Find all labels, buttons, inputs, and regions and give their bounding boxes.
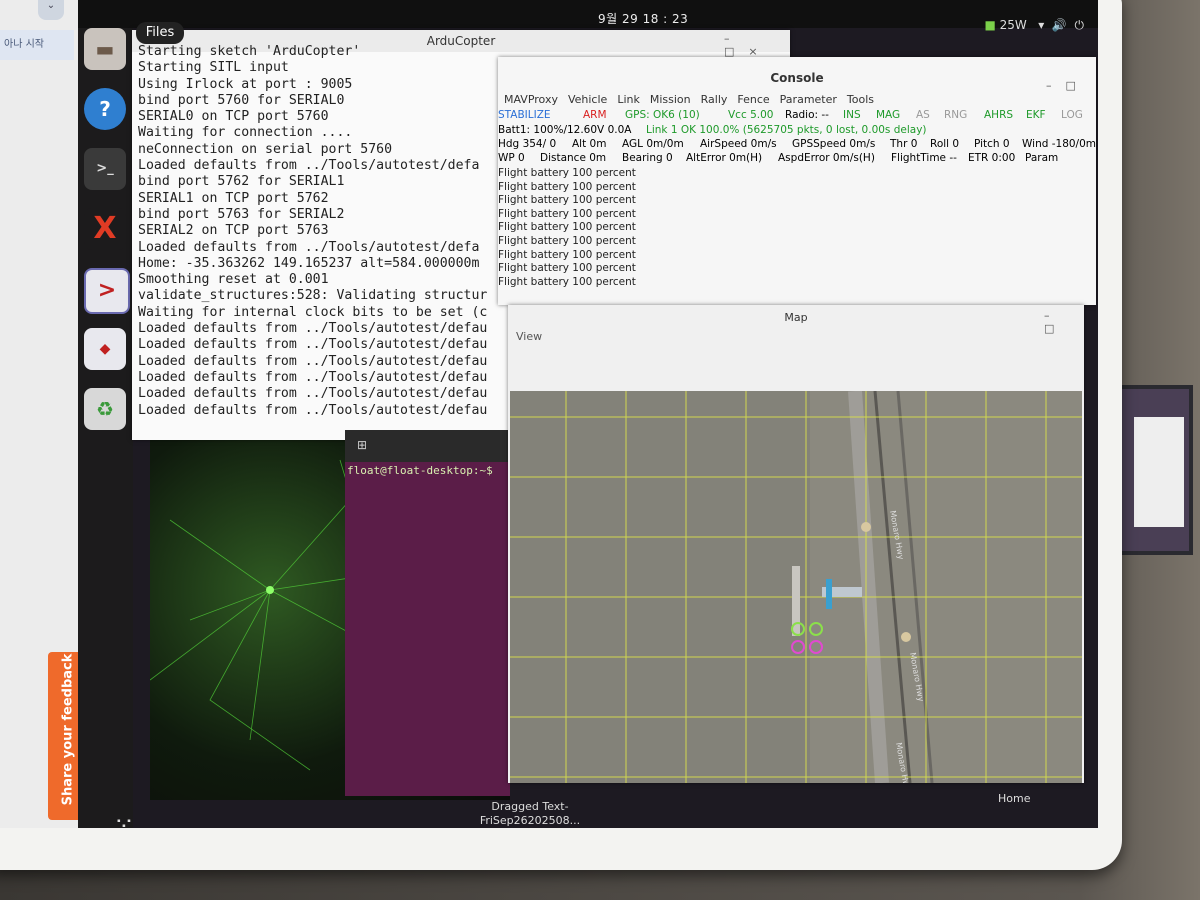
log-line: Flight battery 100 percent — [498, 167, 636, 179]
mavproxy-console-window: Console –□ MAVProxy Vehicle Link Mission Ral… — [498, 57, 1096, 305]
chevron-down-icon[interactable]: ⌄ — [38, 0, 64, 20]
mav-console-icon[interactable]: > — [84, 268, 130, 314]
satellite-map[interactable]: Monaro Hwy Monaro Hwy Monaro Hw — [510, 391, 1082, 783]
pitch: Pitch 0 — [974, 138, 1010, 150]
console-menu-link[interactable]: Link — [617, 93, 640, 106]
vcc-status: Vcc 5.00 — [728, 109, 774, 121]
agl: AGL 0m/0m — [622, 138, 684, 150]
top-bar: 9월 29 18 : 23 ■ 25W ▾ 🔊 ⏻ — [78, 0, 1098, 32]
dragged-text-file[interactable]: Dragged Text- FriSep26202508... — [470, 800, 590, 828]
files-tooltip: Files — [136, 22, 184, 44]
map-title: Map — [784, 311, 808, 324]
gps-speed: GPSSpeed 0m/s — [792, 138, 876, 150]
share-feedback-button[interactable]: Share your feedback — [48, 652, 82, 820]
log-line: Flight battery 100 percent — [498, 275, 636, 288]
param: Param — [1025, 152, 1059, 164]
app-grid-icon[interactable]: ⁙ — [113, 812, 135, 828]
terminal-icon[interactable]: >_ — [84, 148, 126, 190]
console-menu-fence[interactable]: Fence — [737, 93, 769, 106]
window-controls[interactable]: –□× — [724, 32, 790, 58]
log-line: Flight battery 100 percent — [498, 194, 636, 207]
dock: ▬ ? >_ X > ◆ ♻ ⁙ — [78, 28, 135, 828]
gps-status: GPS: OK6 (10) — [625, 109, 700, 121]
dragged-text-line-2: FriSep26202508... — [479, 814, 581, 827]
airspeed: AirSpeed 0m/s — [700, 138, 777, 150]
power-readout: 25W — [999, 18, 1027, 32]
log-line: Flight battery 100 percent — [498, 221, 636, 234]
log-line: Flight battery 100 percent — [498, 207, 636, 220]
volume-icon: 🔊 — [1048, 18, 1067, 32]
bearing: Bearing 0 — [622, 152, 673, 164]
console-menu-vehicle[interactable]: Vehicle — [568, 93, 607, 106]
terminal-window: ⊞ float@float-desktop:~$ — [345, 430, 510, 796]
map-overlay: Monaro Hwy Monaro Hwy Monaro Hw — [510, 391, 1082, 783]
home-folder-label[interactable]: Home — [998, 792, 1030, 805]
console-menu-rally[interactable]: Rally — [701, 93, 728, 106]
console-menu-parameter[interactable]: Parameter — [780, 93, 837, 106]
altitude: Alt 0m — [572, 138, 607, 150]
flight-time: FlightTime -- — [891, 152, 957, 164]
window-controls[interactable]: –□ — [1046, 79, 1090, 92]
log-line: Flight battery 100 percent — [498, 234, 636, 247]
share-feedback-label: Share your feedback — [60, 653, 76, 806]
monitor-bezel: ⌄ 아나 시작 Share your feedback 9월 29 18 : 2… — [0, 0, 1122, 870]
console-menu-mavproxy[interactable]: MAVProxy — [504, 93, 558, 106]
console-menu-tools[interactable]: Tools — [847, 93, 874, 106]
waypoint: WP 0 — [498, 152, 525, 164]
browser-tab[interactable]: 아나 시작 — [0, 30, 74, 60]
log-status: LOG — [1061, 109, 1083, 121]
trash-icon[interactable]: ♻ — [84, 388, 126, 430]
mav-map-icon[interactable]: ◆ — [84, 328, 126, 370]
window-controls[interactable]: –□ — [1044, 309, 1084, 335]
etr: ETR 0:00 — [968, 152, 1016, 164]
as-status: AS — [916, 109, 930, 121]
console-menubar: MAVProxy Vehicle Link Mission Rally Fence Para… — [504, 93, 884, 106]
aspd-error: AspdError 0m/s(H) — [778, 152, 875, 164]
screen: ⌄ 아나 시작 Share your feedback 9월 29 18 : 2… — [0, 0, 1098, 828]
arm-status: ARM — [583, 109, 607, 121]
ekf-status: EKF — [1026, 109, 1046, 121]
heading: Hdg 354/ 0 — [498, 138, 557, 150]
map-window: Map –□ View Monaro Hwy Monaro Hwy Monaro… — [508, 305, 1084, 783]
wind: Wind -180/0m — [1022, 138, 1097, 150]
new-tab-icon[interactable]: ⊞ — [357, 438, 367, 452]
mag-status: MAG — [876, 109, 901, 121]
console-menu-mission[interactable]: Mission — [650, 93, 691, 106]
clock[interactable]: 9월 29 18 : 23 — [598, 10, 688, 27]
terminal-prompt[interactable]: float@float-desktop:~$ — [347, 464, 493, 477]
map-menu-view[interactable]: View — [516, 330, 542, 343]
log-line: Flight battery 100 percent — [498, 180, 636, 193]
alt-error: AltError 0m(H) — [686, 152, 763, 164]
ins-status: INS — [843, 109, 861, 121]
system-tray[interactable]: ■ 25W ▾ 🔊 ⏻ — [984, 18, 1084, 33]
battery-status: Batt1: 100%/12.60V 0.0A — [498, 124, 632, 136]
log-line: Flight battery 100 percent — [498, 262, 636, 275]
rng-status: RNG — [944, 109, 968, 121]
power-icon: ⏻ — [1070, 18, 1085, 32]
gpu-icon: ■ — [984, 18, 1000, 32]
radio-status: Radio: -- — [785, 109, 829, 121]
terminal-header: ⊞ — [345, 430, 510, 462]
help-icon[interactable]: ? — [84, 88, 126, 130]
console-log: Flight battery 100 percent Flight battery… — [498, 167, 636, 299]
distance: Distance 0m — [540, 152, 607, 164]
throttle: Thr 0 — [890, 138, 918, 150]
network-icon: ▾ — [1030, 18, 1045, 32]
dragged-text-line-1: Dragged Text- — [491, 800, 569, 813]
ahrs-status: AHRS — [984, 109, 1014, 121]
files-icon[interactable]: ▬ — [84, 28, 126, 70]
xctu-icon[interactable]: X — [84, 208, 126, 250]
log-line: Flight battery 100 percent — [498, 248, 636, 261]
link-status: Link 1 OK 100.0% (5625705 pkts, 0 lost, … — [646, 124, 927, 136]
console-title: Console — [770, 71, 824, 85]
background-browser-window: ⌄ 아나 시작 Share your feedback — [0, 0, 82, 828]
roll: Roll 0 — [930, 138, 960, 150]
mode-status: STABILIZE — [498, 109, 551, 121]
